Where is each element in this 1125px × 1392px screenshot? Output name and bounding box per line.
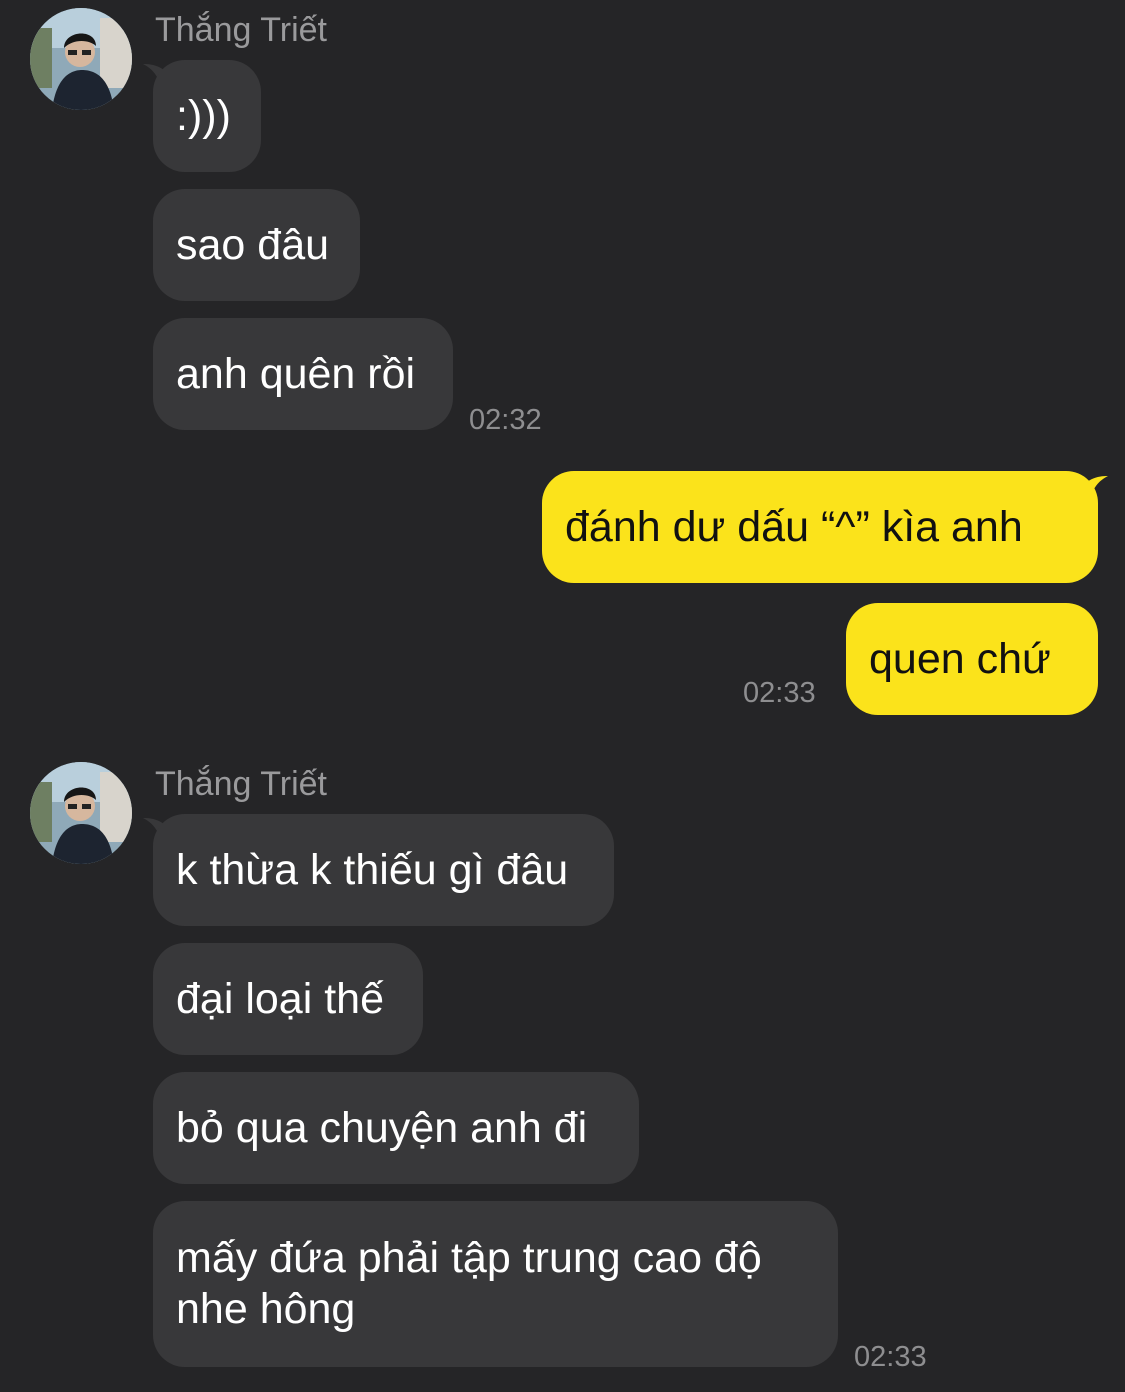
message-timestamp: 02:32 (469, 404, 542, 436)
sender-name: Thắng Triết (155, 11, 327, 49)
sender-avatar[interactable] (30, 8, 132, 110)
message-bubble[interactable]: đại loại thế (153, 943, 423, 1055)
message-bubble[interactable]: anh quên rồi (153, 318, 453, 430)
message-bubble-outgoing[interactable]: đánh dư dấu “^” kìa anh (542, 471, 1098, 583)
sender-name: Thắng Triết (155, 765, 327, 803)
avatar-photo-icon (30, 762, 132, 864)
chat-thread[interactable]: Thắng Triết :))) sao đâu anh quên rồi 02… (0, 0, 1125, 1392)
message-timestamp: 02:33 (854, 1341, 927, 1373)
message-bubble[interactable]: bỏ qua chuyện anh đi (153, 1072, 639, 1184)
message-bubble[interactable]: mấy đứa phải tập trung cao độ nhe hông (153, 1201, 838, 1367)
message-bubble[interactable]: k thừa k thiếu gì đâu (153, 814, 614, 926)
avatar-photo-icon (30, 8, 132, 110)
message-timestamp: 02:33 (743, 677, 816, 709)
sender-avatar[interactable] (30, 762, 132, 864)
message-bubble[interactable]: sao đâu (153, 189, 360, 301)
message-bubble-outgoing[interactable]: quen chứ (846, 603, 1098, 715)
message-bubble[interactable]: :))) (153, 60, 261, 172)
